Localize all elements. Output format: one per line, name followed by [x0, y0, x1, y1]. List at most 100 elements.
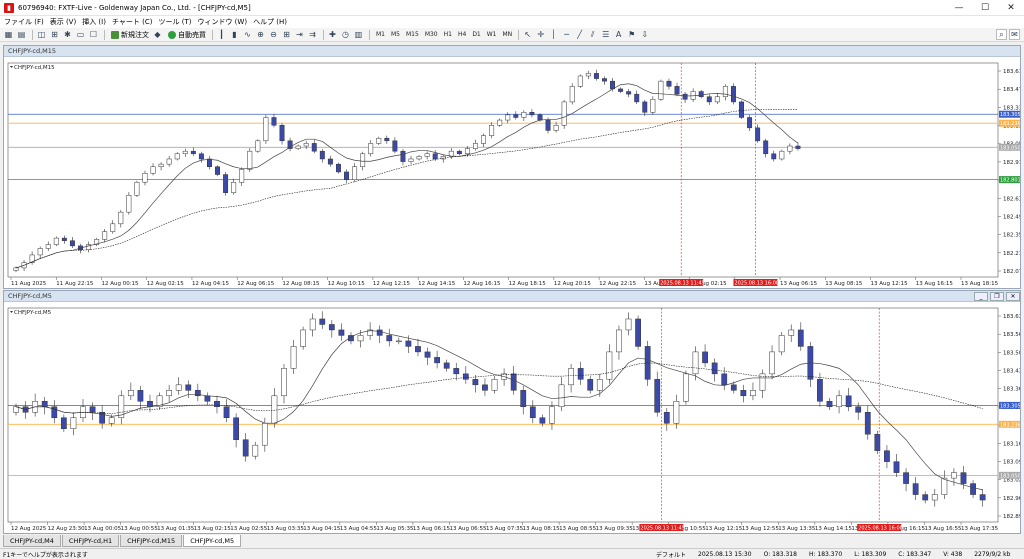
chart-shift-icon[interactable]: ⇥	[294, 29, 305, 40]
time-label: 12 Aug 12:15	[373, 281, 411, 287]
timeframe-h4[interactable]: H4	[455, 31, 469, 38]
arrows-icon[interactable]: ⇩	[639, 29, 650, 40]
bar-chart-icon[interactable]: ┃	[216, 29, 227, 40]
window-close-button[interactable]: ✕	[1006, 291, 1020, 301]
maximize-button[interactable]: ☐	[972, 0, 998, 16]
chart-canvas-m15[interactable]: CHFJPY-cd,M15183.610183.470183.330183.19…	[4, 57, 1020, 288]
candle-body	[13, 267, 19, 271]
menu-window[interactable]: ウィンドウ (W)	[197, 17, 253, 27]
line-chart-icon[interactable]: ∿	[242, 29, 253, 40]
status-profile[interactable]: デフォルト	[650, 550, 692, 559]
chart-window-caption[interactable]: CHFJPY-cd,M15	[4, 46, 1020, 57]
chart-window-m15[interactable]: CHFJPY-cd,M15 CHFJPY-cd,M15 183.610 183.47…	[3, 45, 1021, 289]
tab-chfjpy-h1[interactable]: CHFJPY-cd,H1	[61, 535, 120, 547]
search-icon[interactable]: ⌕	[996, 29, 1007, 40]
fibonacci-icon[interactable]: ☰	[600, 29, 611, 40]
candle-body	[127, 390, 134, 397]
time-label: 13 Aug 17:35	[961, 526, 999, 532]
time-line-badge-label: 2025.08.13 16:00	[734, 281, 779, 287]
label-tool-icon[interactable]: ⚑	[626, 29, 637, 40]
toolbar-separator	[104, 29, 105, 40]
candle-body	[836, 395, 842, 408]
candle-body	[635, 318, 641, 347]
chart-window-m5[interactable]: CHFJPY-cd,M5 _ ❐ ✕ CHFJPY-cd,M5 183.635 18…	[3, 290, 1021, 534]
window-title: 60796940: FXTF-Live - Goldenway Japan Co…	[18, 3, 251, 12]
trendline-icon[interactable]: ╱	[574, 29, 585, 40]
candle-body	[53, 237, 59, 245]
vertical-line-icon[interactable]: │	[548, 29, 559, 40]
new-order-button[interactable]: 新規注文	[108, 30, 152, 40]
timeframe-m1[interactable]: M1	[373, 31, 388, 38]
candle-body	[207, 158, 212, 168]
price-line-badge-label: 183.050	[1000, 473, 1020, 479]
candle-body	[242, 439, 249, 457]
candle-body	[884, 450, 890, 462]
zoom-out-icon[interactable]: ⊖	[268, 29, 279, 40]
menu-insert[interactable]: 挿入 (I)	[82, 17, 112, 27]
candle-body	[319, 150, 325, 160]
data-window-icon[interactable]: ⊞	[49, 29, 60, 40]
market-watch-icon[interactable]: ◫	[36, 29, 47, 40]
navigator-icon[interactable]: ✱	[62, 29, 73, 40]
price-label: 183.330	[1003, 105, 1020, 111]
candle-body	[826, 401, 833, 408]
tab-chfjpy-m15[interactable]: CHFJPY-cd,M15	[120, 535, 183, 547]
templates-icon[interactable]: ▥	[353, 29, 364, 40]
text-tool-icon[interactable]: A	[613, 29, 624, 40]
zoom-in-icon[interactable]: ⊕	[255, 29, 266, 40]
menu-tools[interactable]: ツール (T)	[158, 17, 197, 27]
candle-body	[472, 379, 479, 386]
candlestick-icon[interactable]: ▮	[229, 29, 240, 40]
terminal-icon[interactable]: ▭	[75, 29, 86, 40]
candle-body	[817, 379, 823, 402]
menu-charts[interactable]: チャート (C)	[112, 17, 159, 27]
candle-body	[606, 351, 613, 380]
indicators-icon[interactable]: ✚	[327, 29, 338, 40]
candle-body	[491, 379, 498, 391]
chart-canvas-m5[interactable]: CHFJPY-cd,M5 183.635 183.565 183.500 183.430…	[4, 302, 1020, 533]
candle-body	[970, 483, 976, 495]
new-chart-icon[interactable]: ▦	[3, 29, 14, 40]
timeframe-h1[interactable]: H1	[441, 31, 455, 38]
menu-help[interactable]: ヘルプ (H)	[253, 17, 293, 27]
candle-body	[392, 140, 398, 152]
title-bar: ▮ 60796940: FXTF-Live - Goldenway Japan …	[0, 0, 1024, 16]
auto-trading-button[interactable]: 自動売買	[165, 30, 209, 40]
metaeditor-icon[interactable]: ◆	[152, 29, 163, 40]
autoscroll-icon[interactable]: ⇉	[307, 29, 318, 40]
candle-body	[328, 324, 335, 331]
candle-body	[198, 153, 204, 160]
candle-body	[593, 73, 599, 79]
minimize-button[interactable]: —	[946, 0, 972, 16]
timeframe-w1[interactable]: W1	[484, 31, 500, 38]
chart-window-caption[interactable]: CHFJPY-cd,M5 _ ❐ ✕	[4, 291, 1020, 302]
cursor-icon[interactable]: ↖	[522, 29, 533, 40]
timeframe-m15[interactable]: M15	[403, 31, 422, 38]
candle-body	[386, 335, 393, 342]
profiles-icon[interactable]: ▤	[16, 29, 27, 40]
tab-chfjpy-m5[interactable]: CHFJPY-cd,M5	[183, 535, 242, 547]
timeframe-m5[interactable]: M5	[388, 31, 403, 38]
tester-icon[interactable]: ☐	[88, 29, 99, 40]
horizontal-line-icon[interactable]: ─	[561, 29, 572, 40]
chat-icon[interactable]: ✉	[1009, 29, 1020, 40]
window-restore-button[interactable]: ❐	[990, 291, 1004, 301]
crosshair-icon[interactable]: ✛	[535, 29, 546, 40]
menu-view[interactable]: 表示 (V)	[50, 17, 82, 27]
timeframe-mn[interactable]: MN	[500, 31, 516, 38]
channel-icon[interactable]: ⫽	[587, 29, 598, 40]
candle-body	[344, 171, 349, 180]
tab-chfjpy-m4[interactable]: CHFJPY-cd,M4	[3, 535, 61, 547]
candle-body	[137, 390, 144, 402]
time-label: 12 Aug 16:15	[463, 281, 501, 287]
time-label: 12 Aug 23:30	[48, 526, 86, 532]
tile-windows-icon[interactable]: ⊞	[281, 29, 292, 40]
close-button[interactable]: ✕	[998, 0, 1024, 16]
timeframe-d1[interactable]: D1	[469, 31, 483, 38]
candle-body	[287, 140, 293, 149]
window-minimize-button[interactable]: _	[974, 291, 988, 301]
period-icon[interactable]: ◷	[340, 29, 351, 40]
menu-file[interactable]: ファイル (F)	[4, 17, 50, 27]
candle-body	[747, 117, 753, 129]
timeframe-m30[interactable]: M30	[422, 31, 441, 38]
